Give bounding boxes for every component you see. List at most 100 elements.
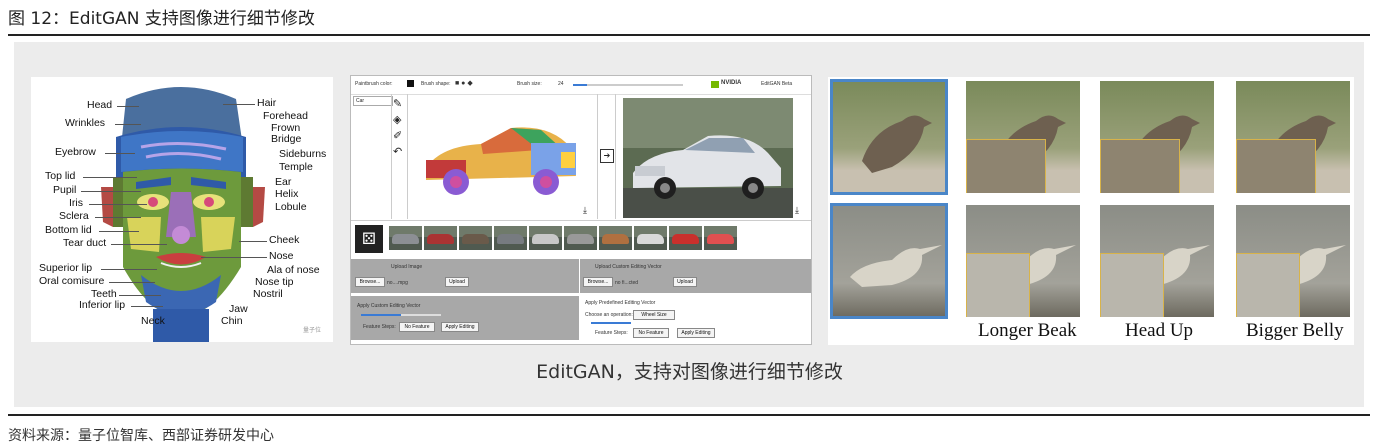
mode-select[interactable]: Car: [353, 96, 393, 106]
apply-custom-label: Apply Custom Editing Vector: [357, 303, 421, 309]
label-iris: Iris: [69, 197, 83, 209]
download-icon[interactable]: ⤓: [795, 206, 799, 216]
label-sclera: Sclera: [59, 210, 89, 222]
undo-tool-icon[interactable]: ↶: [393, 144, 407, 160]
watermark: 量子位: [303, 328, 322, 334]
figure-title: 图 12：EditGAN 支持图像进行细节修改: [8, 9, 315, 29]
vector-file-name: no fi...cted: [615, 280, 639, 286]
label-longer-beak: Longer Beak: [978, 320, 1077, 341]
leader-line: [223, 104, 255, 105]
zoom-inset: [1236, 253, 1300, 317]
bird-photo: [1100, 205, 1214, 317]
car-shape: [672, 234, 699, 244]
bird-editing-grid: Longer Beak Head Up Bigger Belly: [828, 77, 1354, 345]
source-note: 资料来源：量子位智库、西部证券研发中心: [8, 428, 274, 444]
car-thumbnail[interactable]: [599, 226, 632, 250]
apply-editing-button-2[interactable]: Apply Editing: [677, 328, 715, 338]
car-shape: [637, 234, 664, 244]
leader-line: [83, 177, 137, 178]
car-shape: [462, 234, 489, 244]
leader-line: [119, 295, 161, 296]
label-top-lid: Top lid: [45, 170, 76, 182]
feature-steps-select-2[interactable]: No Feature: [633, 328, 669, 338]
editor-toolbar: Paintbrush color: Brush shape: ■ ● ◆ Bru…: [351, 76, 811, 95]
slider-fill: [573, 84, 587, 86]
label-nose: Nose: [269, 250, 294, 262]
car-shape: [602, 234, 629, 244]
leader-line: [99, 231, 139, 232]
car-shape: [707, 234, 734, 244]
car-thumbnail[interactable]: [669, 226, 702, 250]
browse-button[interactable]: Browse...: [355, 277, 385, 287]
bird-photo: [1100, 81, 1214, 193]
car-shape: [427, 234, 454, 244]
browse-vector-button[interactable]: Browse...: [583, 277, 613, 287]
label-eyebrow: Eyebrow: [55, 146, 96, 158]
bird-photo: [966, 81, 1080, 193]
label-sideburns: Sideburns: [279, 148, 327, 160]
app-name: EditGAN Beta: [761, 81, 793, 87]
bird-silhouette: [850, 245, 942, 287]
brush-shape-icons[interactable]: ■ ● ◆: [455, 79, 473, 87]
car-thumbnail[interactable]: [634, 226, 667, 250]
bird-photo: [966, 205, 1080, 317]
leader-line: [239, 241, 267, 242]
car-thumbnail[interactable]: [494, 226, 527, 250]
label-jaw: Jaw: [229, 303, 248, 315]
zoom-inset: [966, 139, 1046, 193]
label-bridge: Bridge: [271, 133, 302, 145]
car-thumbnail[interactable]: [564, 226, 597, 250]
generate-arrow-icon[interactable]: ➔: [600, 149, 614, 163]
car-shape: [392, 234, 419, 244]
divider: [615, 94, 616, 219]
label-hair: Hair: [257, 97, 277, 109]
label-oral-comisure: Oral comisure: [39, 275, 105, 287]
brush-tool-icon[interactable]: ✎: [393, 96, 407, 112]
divider: [579, 259, 580, 293]
car-thumbnail[interactable]: [424, 226, 457, 250]
download-icon[interactable]: ⤓: [583, 206, 587, 216]
label-forehead: Forehead: [263, 110, 308, 122]
label-chin: Chin: [221, 315, 243, 327]
editgan-editor-screenshot: Paintbrush color: Brush shape: ■ ● ◆ Bru…: [350, 75, 812, 345]
tool-column: ✎ ◈ ✐ ↶: [393, 96, 407, 216]
label-ear: Ear: [275, 176, 292, 188]
leader-line: [89, 204, 147, 205]
car-thumbnail[interactable]: [704, 226, 737, 250]
figure-caption: EditGAN，支持对图像进行细节修改: [536, 361, 843, 383]
apply-editing-button[interactable]: Apply Editing: [441, 322, 479, 332]
zoom-inset: [1236, 139, 1316, 193]
random-dice-icon[interactable]: ⚄: [355, 225, 383, 253]
divider: [391, 94, 392, 219]
brush-color-label: Paintbrush color:: [355, 81, 393, 87]
label-nose-tip: Nose tip: [255, 276, 294, 288]
output-car-photo: [623, 98, 793, 218]
brush-color-swatch[interactable]: [407, 80, 414, 87]
leader-line: [81, 191, 141, 192]
car-thumbnail[interactable]: [459, 226, 492, 250]
car-thumbnail[interactable]: [389, 226, 422, 250]
upload-vector-button[interactable]: Upload: [673, 277, 697, 287]
fill-tool-icon[interactable]: ◈: [393, 112, 407, 128]
label-superior-lip: Superior lip: [39, 262, 93, 274]
label-cheek: Cheek: [269, 234, 300, 246]
car-shape: [532, 234, 559, 244]
leader-line: [109, 282, 155, 283]
top-rule: [8, 34, 1370, 36]
zoom-inset: [1100, 253, 1164, 317]
label-tear-duct: Tear duct: [63, 237, 107, 249]
label-helix: Helix: [275, 188, 299, 200]
upload-button[interactable]: Upload: [445, 277, 469, 287]
predefined-slider[interactable]: [591, 322, 631, 324]
segmentation-canvas[interactable]: [411, 98, 591, 218]
brush-size-slider[interactable]: [573, 84, 683, 86]
label-head-up: Head Up: [1125, 320, 1194, 341]
operation-select[interactable]: Wheel Size: [633, 310, 675, 320]
strength-slider[interactable]: [361, 314, 441, 316]
divider: [597, 94, 598, 219]
feature-steps-select[interactable]: No Feature: [399, 322, 435, 332]
car-thumbnail[interactable]: [529, 226, 562, 250]
eyedropper-tool-icon[interactable]: ✐: [393, 128, 407, 144]
upload-vector-label: Upload Custom Editing Vector: [595, 264, 662, 270]
label-lobule: Lobule: [275, 201, 307, 213]
